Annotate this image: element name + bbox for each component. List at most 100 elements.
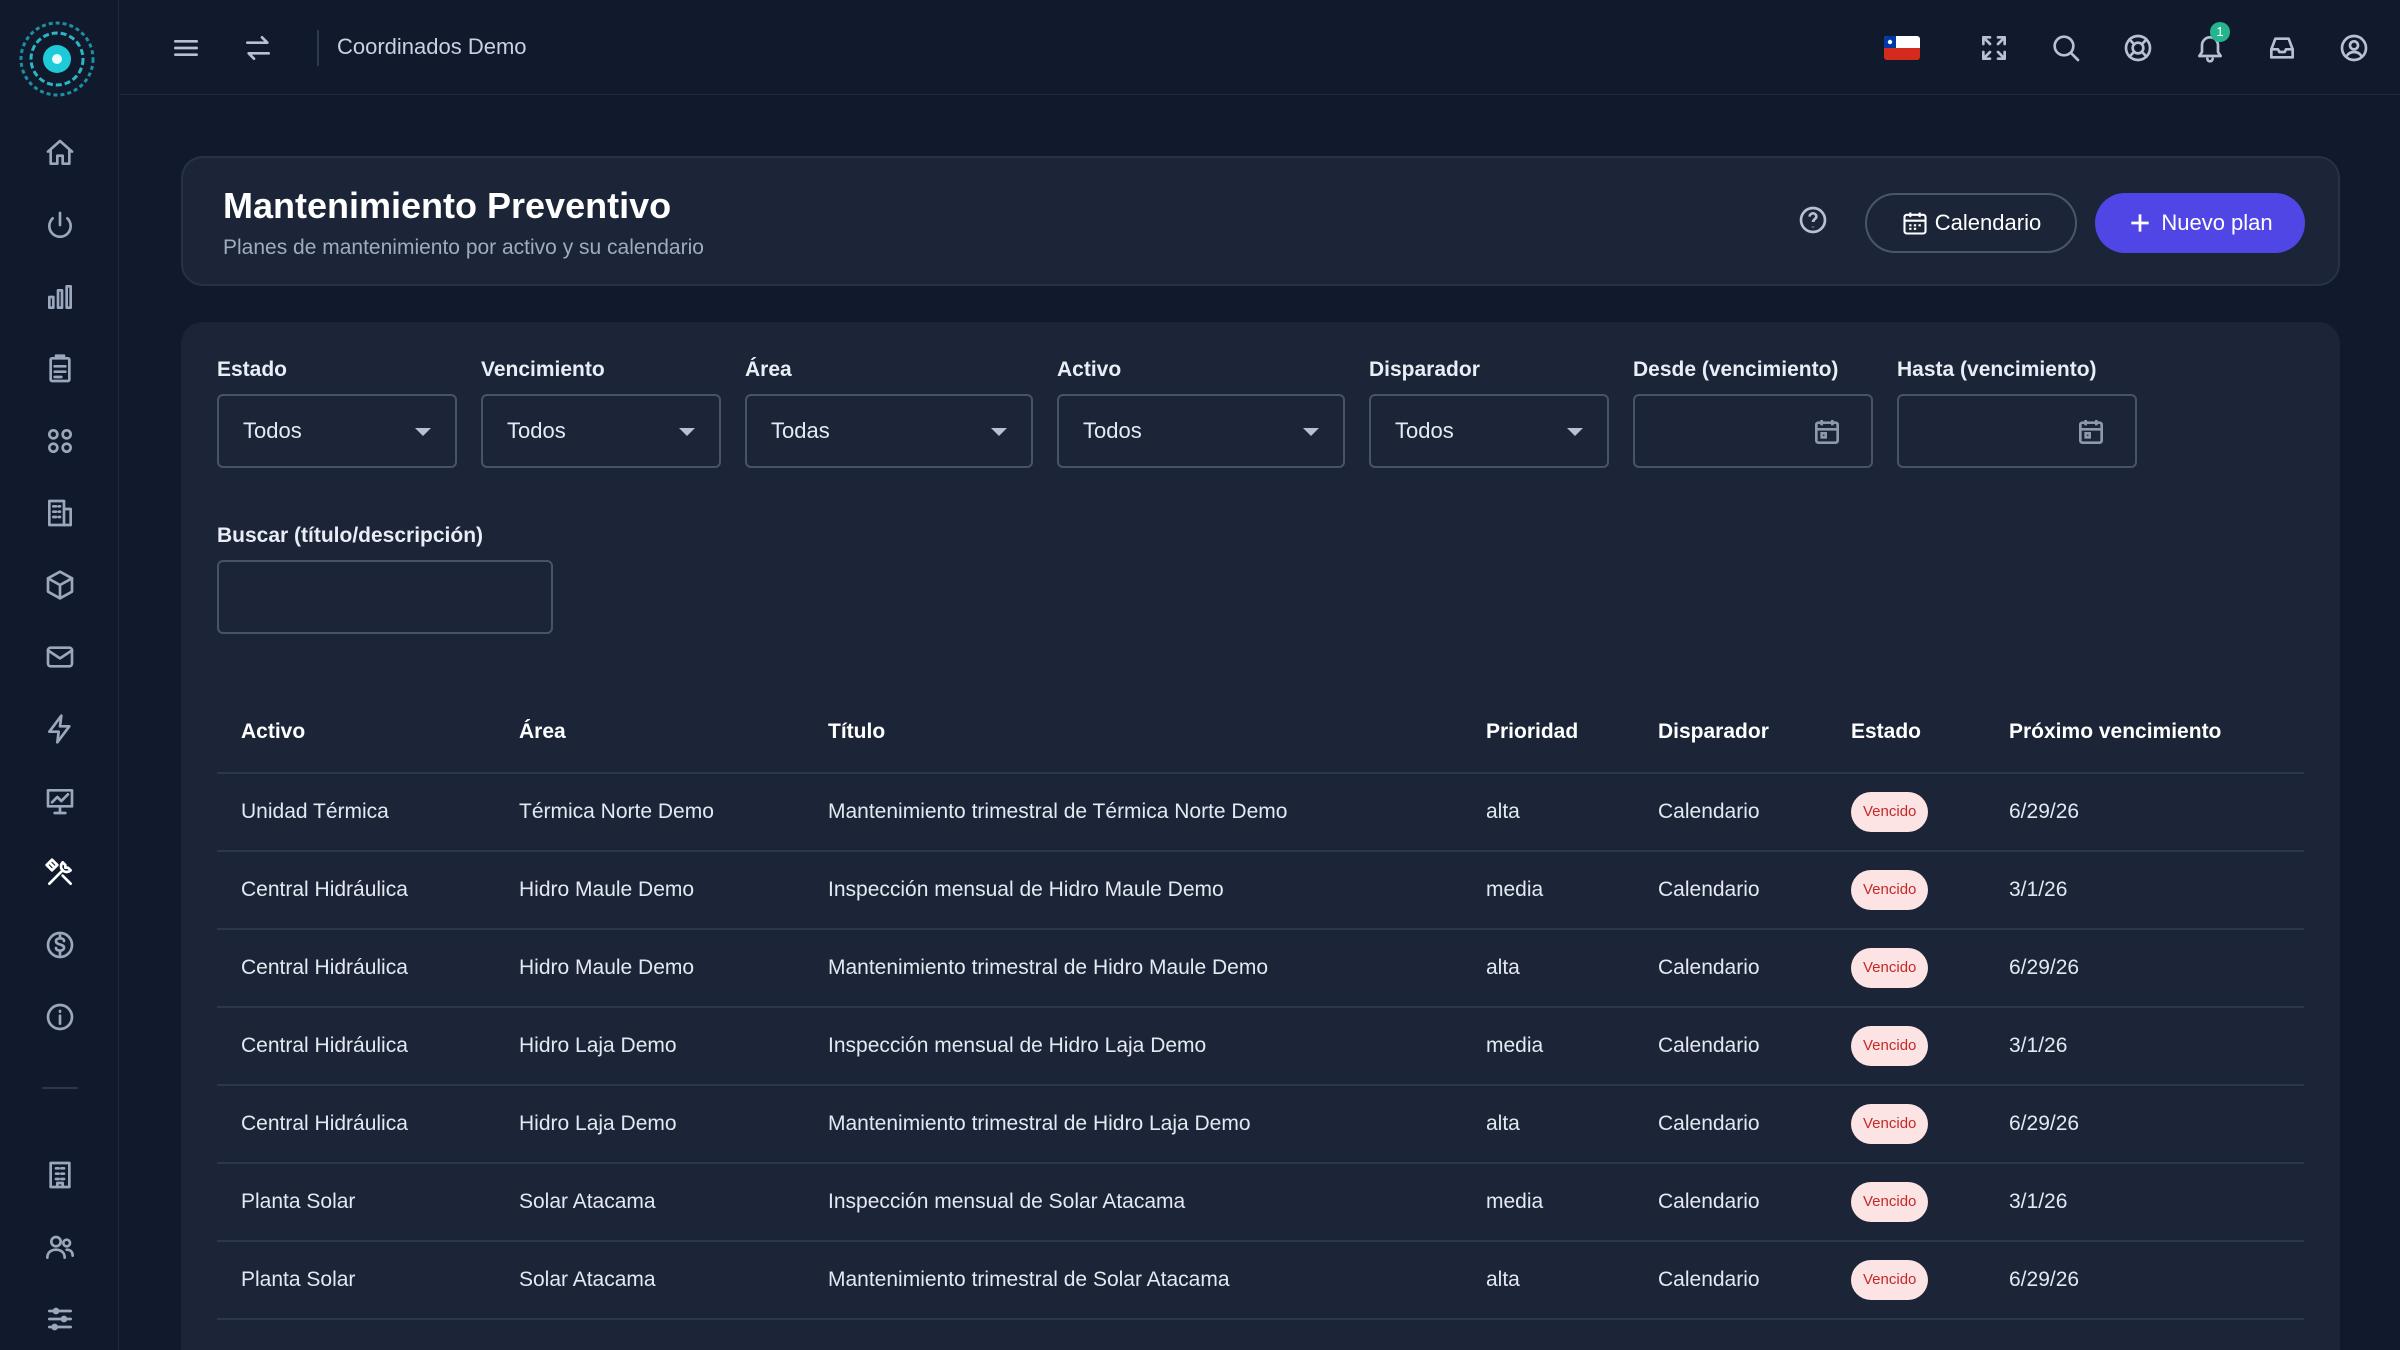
plans-table: Activo Área Título Prioridad Disparador … bbox=[217, 694, 2304, 1320]
switch-arrows-icon[interactable] bbox=[234, 24, 282, 72]
calendar-icon[interactable] bbox=[2075, 416, 2107, 448]
filter-estado-label: Estado bbox=[217, 358, 288, 381]
status-badge: Vencido bbox=[1851, 1026, 1929, 1066]
plus-icon bbox=[2131, 214, 2150, 232]
hasta-date-input[interactable] bbox=[1897, 394, 2137, 468]
cell-activo: Central Hidráulica bbox=[241, 1034, 408, 1057]
calendar-icon[interactable] bbox=[1811, 416, 1843, 448]
cell-activo: Planta Solar bbox=[241, 1268, 356, 1291]
cube-icon[interactable] bbox=[36, 561, 84, 609]
notification-badge: 1 bbox=[2210, 22, 2230, 42]
mail-icon[interactable] bbox=[36, 633, 84, 681]
filter-activo-label: Activo bbox=[1057, 358, 1122, 381]
cell-prioridad: media bbox=[1486, 878, 1544, 901]
vencimiento-select-value: Todos bbox=[507, 418, 566, 443]
sidebar bbox=[0, 0, 119, 1350]
users-icon[interactable] bbox=[36, 1223, 84, 1271]
question-icon[interactable] bbox=[1797, 204, 1833, 240]
cell-area: Hidro Laja Demo bbox=[519, 1112, 677, 1135]
col-estado[interactable]: Estado bbox=[1851, 720, 1921, 744]
caret-down-icon bbox=[415, 428, 431, 436]
apps-grid-icon[interactable] bbox=[36, 417, 84, 465]
new-plan-button-label: Nuevo plan bbox=[2161, 210, 2273, 235]
power-icon[interactable] bbox=[36, 201, 84, 249]
table-row[interactable]: Unidad Térmica Térmica Norte Demo Manten… bbox=[217, 774, 2304, 852]
filter-activo: Activo Todos bbox=[1057, 358, 1345, 468]
home-icon[interactable] bbox=[36, 129, 84, 177]
col-titulo[interactable]: Título bbox=[828, 720, 885, 744]
cell-disparador: Calendario bbox=[1658, 956, 1760, 979]
cell-prioridad: media bbox=[1486, 1034, 1544, 1057]
col-disparador[interactable]: Disparador bbox=[1658, 720, 1769, 744]
cell-prioridad: media bbox=[1486, 1190, 1544, 1213]
inbox-icon[interactable] bbox=[2258, 24, 2306, 72]
area-select-value: Todas bbox=[771, 418, 830, 443]
user-profile-icon[interactable] bbox=[2330, 24, 2378, 72]
desde-date-input[interactable] bbox=[1633, 394, 1873, 468]
plans-panel: Estado Todos Vencimiento Todos Área Toda… bbox=[181, 322, 2340, 1350]
status-badge: Vencido bbox=[1851, 1182, 1929, 1222]
table-row[interactable]: Planta Solar Solar Atacama Mantenimiento… bbox=[217, 1242, 2304, 1320]
topbar-separator bbox=[317, 30, 319, 66]
status-badge: Vencido bbox=[1851, 870, 1929, 910]
fullscreen-icon[interactable] bbox=[1970, 24, 2018, 72]
filter-estado: Estado Todos bbox=[217, 358, 457, 468]
col-proximo[interactable]: Próximo vencimiento bbox=[2009, 720, 2221, 744]
dollar-icon[interactable] bbox=[36, 921, 84, 969]
tools-icon[interactable] bbox=[36, 849, 84, 897]
cell-activo: Planta Solar bbox=[241, 1190, 356, 1213]
area-select[interactable]: Todas bbox=[745, 394, 1033, 468]
search-icon[interactable] bbox=[2042, 24, 2090, 72]
filter-disparador: Disparador Todos bbox=[1369, 358, 1609, 468]
bell-icon[interactable]: 1 bbox=[2186, 22, 2234, 72]
cell-titulo: Inspección mensual de Hidro Maule Demo bbox=[828, 878, 1224, 901]
sliders-icon[interactable] bbox=[36, 1295, 84, 1343]
table-row[interactable]: Central Hidráulica Hidro Maule Demo Mant… bbox=[217, 930, 2304, 1008]
caret-down-icon bbox=[679, 428, 695, 436]
filter-hasta-label: Hasta (vencimiento) bbox=[1897, 358, 2097, 381]
clipboard-icon[interactable] bbox=[36, 345, 84, 393]
col-prioridad[interactable]: Prioridad bbox=[1486, 720, 1578, 744]
table-row[interactable]: Planta Solar Solar Atacama Inspección me… bbox=[217, 1164, 2304, 1242]
cell-titulo: Mantenimiento trimestral de Hidro Laja D… bbox=[828, 1112, 1251, 1135]
cell-activo: Unidad Térmica bbox=[241, 800, 389, 823]
status-badge: Vencido bbox=[1851, 948, 1929, 988]
presentation-chart-icon[interactable] bbox=[36, 777, 84, 825]
cell-area: Solar Atacama bbox=[519, 1268, 656, 1291]
cell-area: Hidro Maule Demo bbox=[519, 878, 695, 901]
cell-proximo: 6/29/26 bbox=[2009, 1112, 2080, 1135]
lightning-icon[interactable] bbox=[36, 705, 84, 753]
filter-hasta: Hasta (vencimiento) bbox=[1897, 358, 2137, 468]
filter-buscar: Buscar (título/descripción) bbox=[217, 524, 553, 634]
info-icon[interactable] bbox=[36, 993, 84, 1041]
page-title: Mantenimiento Preventivo bbox=[223, 185, 672, 226]
help-buoy-icon[interactable] bbox=[2114, 24, 2162, 72]
vencimiento-select[interactable]: Todos bbox=[481, 394, 721, 468]
disparador-select[interactable]: Todos bbox=[1369, 394, 1609, 468]
org-name: Coordinados Demo bbox=[337, 34, 527, 59]
caret-down-icon bbox=[991, 428, 1007, 436]
building-icon[interactable] bbox=[36, 489, 84, 537]
app-logo[interactable] bbox=[17, 17, 95, 101]
cell-activo: Central Hidráulica bbox=[241, 878, 408, 901]
new-plan-button[interactable]: Nuevo plan bbox=[2095, 193, 2305, 253]
cell-prioridad: alta bbox=[1486, 800, 1520, 823]
office-building-icon[interactable] bbox=[36, 1151, 84, 1199]
col-activo[interactable]: Activo bbox=[241, 720, 305, 744]
table-row[interactable]: Central Hidráulica Hidro Maule Demo Insp… bbox=[217, 852, 2304, 930]
menu-icon[interactable] bbox=[162, 24, 210, 72]
col-area[interactable]: Área bbox=[519, 720, 566, 744]
search-input[interactable] bbox=[217, 560, 553, 634]
cell-area: Hidro Laja Demo bbox=[519, 1034, 677, 1057]
cell-disparador: Calendario bbox=[1658, 800, 1760, 823]
estado-select[interactable]: Todos bbox=[217, 394, 457, 468]
table-row[interactable]: Central Hidráulica Hidro Laja Demo Mante… bbox=[217, 1086, 2304, 1164]
activo-select[interactable]: Todos bbox=[1057, 394, 1345, 468]
cell-disparador: Calendario bbox=[1658, 1190, 1760, 1213]
bar-chart-icon[interactable] bbox=[36, 273, 84, 321]
table-row[interactable]: Central Hidráulica Hidro Laja Demo Inspe… bbox=[217, 1008, 2304, 1086]
cell-area: Hidro Maule Demo bbox=[519, 956, 695, 979]
cell-proximo: 3/1/26 bbox=[2009, 1190, 2068, 1213]
calendar-button[interactable]: Calendario bbox=[1865, 193, 2077, 253]
chile-flag-icon[interactable] bbox=[1884, 36, 1920, 60]
